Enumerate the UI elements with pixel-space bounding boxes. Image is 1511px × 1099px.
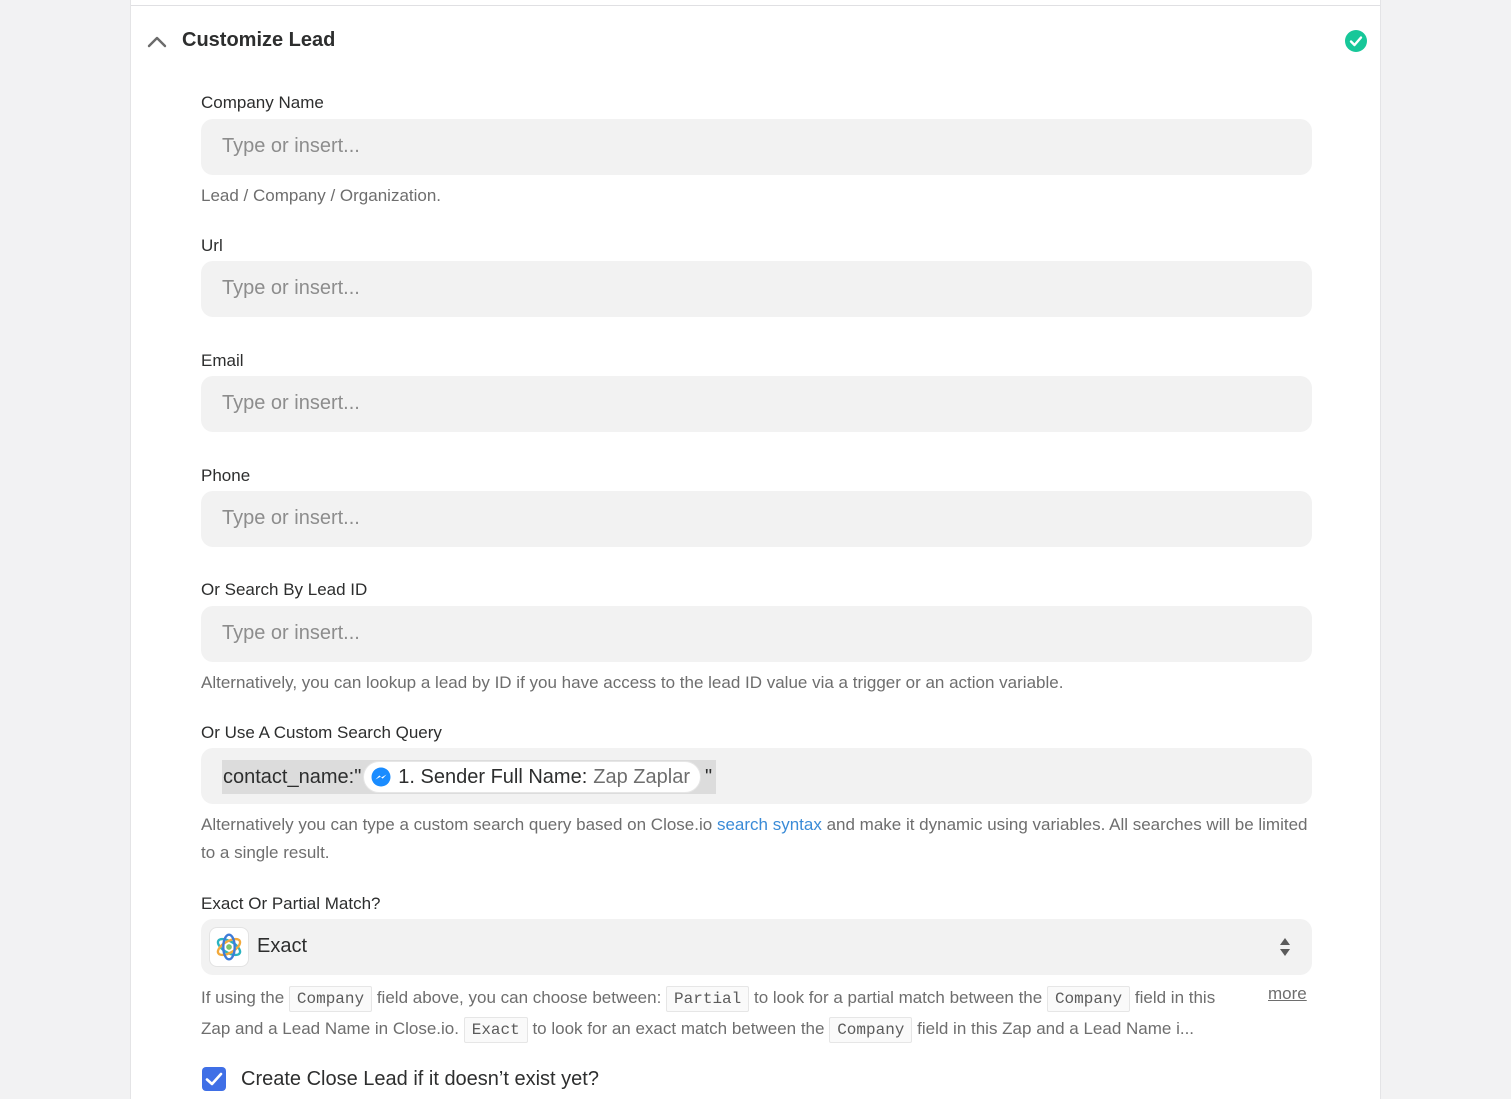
code-partial: Partial xyxy=(666,986,750,1012)
custom-query-help: Alternatively you can type a custom sear… xyxy=(201,811,1312,867)
code-company: Company xyxy=(288,986,373,1012)
customize-lead-panel: Customize Lead Company Name Type or inse… xyxy=(130,0,1381,1099)
lead-id-help: Alternatively, you can lookup a lead by … xyxy=(201,673,1064,692)
query-prefix: contact_name:" xyxy=(223,765,362,788)
select-arrows-icon xyxy=(1280,938,1290,956)
help-text: to look for an exact match between the xyxy=(527,1019,830,1038)
custom-query-label: Or Use A Custom Search Query xyxy=(201,723,442,742)
url-placeholder: Type or insert... xyxy=(222,277,360,299)
variable-pill[interactable]: 1. Sender Full Name: Zap Zaplar xyxy=(363,761,701,793)
company-name-input[interactable]: Type or insert... xyxy=(201,119,1312,175)
email-label: Email xyxy=(201,351,244,370)
code-company: Company xyxy=(1046,986,1131,1012)
phone-placeholder: Type or insert... xyxy=(222,507,360,529)
company-name-label: Company Name xyxy=(201,93,324,112)
query-content: contact_name:" 1. Sender Full Name: Zap … xyxy=(222,760,717,794)
pill-label: 1. Sender Full Name: xyxy=(398,765,588,788)
divider xyxy=(131,5,1380,6)
section-header[interactable]: Customize Lead xyxy=(131,22,1380,62)
match-selected-value: Exact xyxy=(257,935,308,957)
search-syntax-link[interactable]: search syntax xyxy=(717,815,822,834)
query-suffix: " xyxy=(705,765,713,788)
create-lead-label[interactable]: Create Close Lead if it doesn’t exist ye… xyxy=(241,1068,599,1091)
help-text: field above, you can choose between: xyxy=(372,988,667,1007)
help-text: If using the xyxy=(201,988,289,1007)
lead-id-input[interactable]: Type or insert... xyxy=(201,606,1312,662)
match-select[interactable]: Exact xyxy=(201,919,1312,975)
close-io-logo-icon xyxy=(209,927,249,967)
help-text: field in this Zap and a Lead Name i... xyxy=(912,1019,1195,1038)
pill-value: Zap Zaplar xyxy=(593,765,690,788)
phone-input[interactable]: Type or insert... xyxy=(201,491,1312,547)
lead-id-placeholder: Type or insert... xyxy=(222,622,360,644)
code-company: Company xyxy=(829,1017,913,1043)
more-link[interactable]: more xyxy=(1268,984,1307,1004)
section-title: Customize Lead xyxy=(182,29,336,51)
help-text: to look for a partial match between the xyxy=(749,988,1047,1007)
create-lead-checkbox[interactable] xyxy=(202,1067,226,1091)
checkmark-icon xyxy=(205,1072,223,1086)
chevron-up-icon[interactable] xyxy=(145,30,169,54)
url-input[interactable]: Type or insert... xyxy=(201,261,1312,317)
lead-id-label: Or Search By Lead ID xyxy=(201,580,368,599)
company-name-help: Lead / Company / Organization. xyxy=(201,186,442,205)
help-text-before: Alternatively you can type a custom sear… xyxy=(201,815,717,834)
match-help: If using the Company field above, you ca… xyxy=(201,983,1241,1045)
custom-query-input[interactable]: contact_name:" 1. Sender Full Name: Zap … xyxy=(201,748,1312,804)
check-circle-icon xyxy=(1345,30,1367,52)
code-exact: Exact xyxy=(463,1017,528,1043)
company-name-placeholder: Type or insert... xyxy=(222,135,360,157)
match-label: Exact Or Partial Match? xyxy=(201,894,381,913)
phone-label: Phone xyxy=(201,466,251,485)
email-placeholder: Type or insert... xyxy=(222,392,360,414)
email-input[interactable]: Type or insert... xyxy=(201,376,1312,432)
messenger-icon xyxy=(371,767,391,787)
url-label: Url xyxy=(201,236,223,255)
